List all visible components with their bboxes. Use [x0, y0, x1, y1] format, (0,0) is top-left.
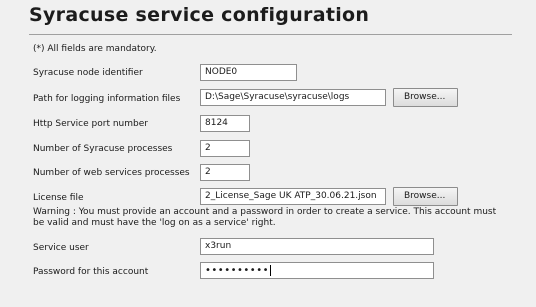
node-id-label: Syracuse node identifier	[33, 68, 143, 78]
license-file-input[interactable]: 2_License_Sage UK ATP_30.06.21.json	[200, 188, 386, 205]
license-file-browse-button[interactable]: Browse...	[393, 187, 458, 206]
page-title: Syracuse service configuration	[29, 4, 370, 26]
syracuse-processes-label: Number of Syracuse processes	[33, 144, 173, 154]
log-path-input[interactable]: D:\Sage\Syracuse\syracuse\logs	[200, 89, 386, 106]
web-services-processes-label: Number of web services processes	[33, 168, 190, 178]
password-input[interactable]: ••••••••••	[200, 262, 434, 279]
http-port-input[interactable]: 8124	[200, 115, 250, 132]
node-id-input[interactable]: NODE0	[200, 64, 297, 81]
service-account-warning: Warning : You must provide an account an…	[33, 207, 497, 228]
license-file-label: License file	[33, 193, 84, 203]
log-path-label: Path for logging information files	[33, 94, 181, 104]
service-user-input[interactable]: x3run	[200, 238, 434, 255]
mandatory-note: (*) All fields are mandatory.	[33, 44, 157, 54]
service-user-label: Service user	[33, 243, 89, 253]
syracuse-processes-input[interactable]: 2	[200, 140, 250, 157]
password-label: Password for this account	[33, 267, 149, 277]
web-services-processes-input[interactable]: 2	[200, 164, 250, 181]
http-port-label: Http Service port number	[33, 119, 148, 129]
password-mask: ••••••••••	[205, 265, 269, 276]
log-path-browse-button[interactable]: Browse...	[393, 88, 458, 107]
text-cursor	[269, 264, 271, 276]
title-divider	[29, 34, 512, 35]
